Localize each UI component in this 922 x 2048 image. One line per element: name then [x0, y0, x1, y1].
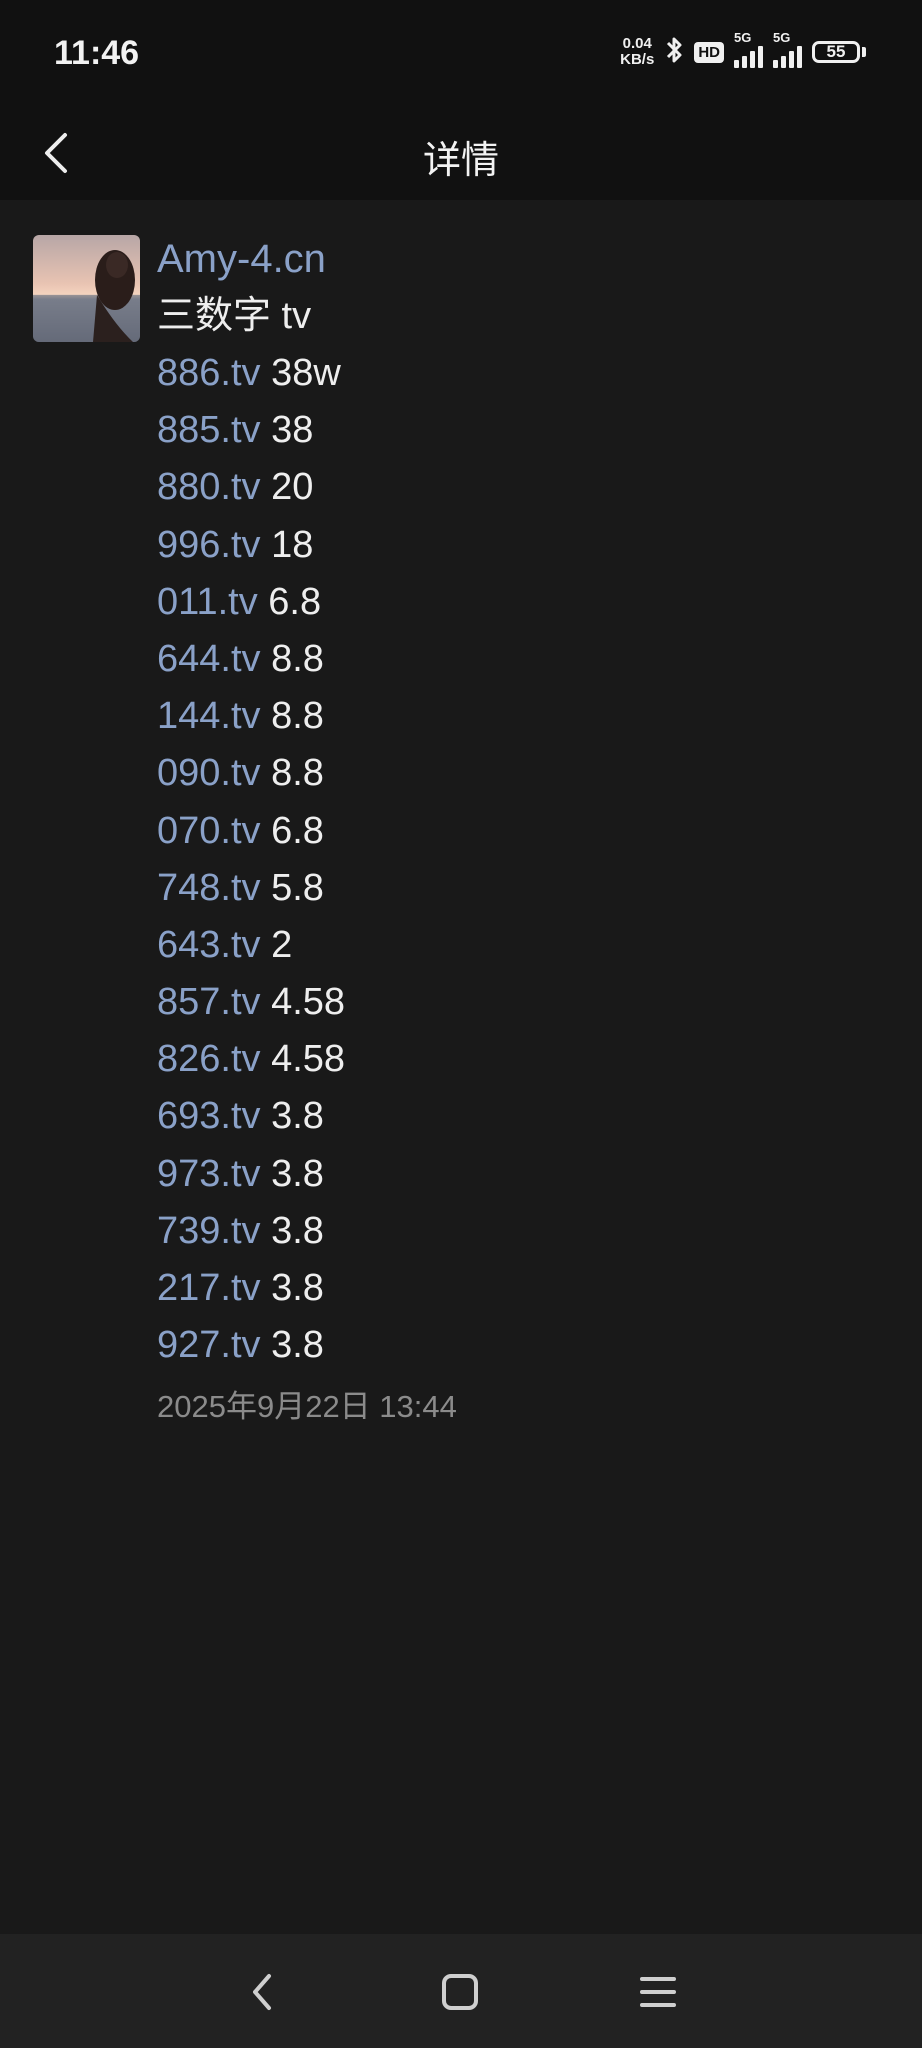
domain-link[interactable]: 748.tv — [157, 867, 261, 909]
domain-price: 38 — [271, 409, 314, 452]
list-item: 643.tv 2 — [157, 917, 877, 974]
domain-link[interactable]: 217.tv — [157, 1267, 261, 1309]
hd-voice-badge: HD — [694, 41, 724, 63]
domain-link[interactable]: 090.tv — [157, 752, 261, 794]
page-title: 详情 — [422, 140, 499, 182]
domain-price: 3.8 — [271, 1152, 324, 1195]
app-header: 详情 — [0, 105, 922, 200]
domain-link[interactable]: 070.tv — [157, 810, 261, 852]
sender-name[interactable]: Amy-4.cn — [157, 230, 877, 288]
network-type-label: 5G — [734, 30, 752, 45]
message-body: Amy-4.cn 三数字 tv 886.tv 38w 885.tv 38 880.t… — [157, 230, 877, 1432]
domain-price: 18 — [271, 523, 314, 566]
list-item: 927.tv 3.8 — [157, 1317, 877, 1374]
signal-icon-sim1: 5G — [734, 30, 763, 68]
nav-home-button[interactable] — [432, 1964, 488, 2020]
domain-link[interactable]: 643.tv — [157, 924, 261, 966]
list-item: 011.tv 6.8 — [157, 574, 877, 631]
domain-price: 4.58 — [271, 981, 346, 1024]
domain-price: 8.8 — [271, 752, 324, 795]
domain-link[interactable]: 996.tv — [157, 524, 261, 566]
message-timestamp: 2025年9月22日 13:44 — [157, 1389, 457, 1425]
status-icons: 0.04 KB/s HD 5G 5G 55 — [620, 30, 866, 74]
list-item: 693.tv 3.8 — [157, 1088, 877, 1145]
list-item: 144.tv 8.8 — [157, 688, 877, 745]
domain-price: 2 — [271, 923, 293, 966]
domain-price: 8.8 — [271, 695, 324, 738]
list-item: 973.tv 3.8 — [157, 1146, 877, 1203]
domain-link[interactable]: 973.tv — [157, 1153, 261, 1195]
list-item: 996.tv 18 — [157, 517, 877, 574]
domain-link[interactable]: 011.tv — [157, 581, 258, 623]
domain-link[interactable]: 826.tv — [157, 1038, 261, 1080]
message-subject: 三数字 tv — [157, 295, 312, 337]
domain-link[interactable]: 693.tv — [157, 1095, 261, 1137]
domain-link[interactable]: 857.tv — [157, 981, 261, 1023]
network-type-label: 5G — [773, 30, 791, 45]
avatar-image — [33, 235, 140, 342]
list-item: 090.tv 8.8 — [157, 745, 877, 802]
domain-price: 38w — [271, 352, 341, 394]
list-item: 644.tv 8.8 — [157, 631, 877, 688]
list-item: 857.tv 4.58 — [157, 974, 877, 1031]
signal-icon-sim2: 5G — [773, 30, 802, 68]
network-speed-value: 0.04 — [622, 35, 652, 52]
network-speed: 0.04 KB/s — [620, 36, 654, 68]
list-item: 748.tv 5.8 — [157, 860, 877, 917]
domain-price: 5.8 — [271, 866, 324, 909]
status-time: 11:46 — [54, 34, 140, 72]
nav-menu-button[interactable] — [630, 1964, 686, 2020]
domain-link[interactable]: 885.tv — [157, 409, 261, 451]
domain-price: 3.8 — [271, 1095, 324, 1138]
domain-price-list: 886.tv 38w 885.tv 38 880.tv 20 996.tv 18 011… — [157, 345, 877, 1374]
domain-price: 20 — [271, 466, 314, 509]
domain-price: 3.8 — [271, 1209, 324, 1252]
system-nav-bar — [0, 1934, 922, 2048]
domain-link[interactable]: 739.tv — [157, 1210, 261, 1252]
avatar[interactable] — [33, 235, 140, 342]
nav-menu-icon — [640, 1977, 676, 2007]
network-speed-unit: KB/s — [620, 51, 655, 68]
list-item: 826.tv 4.58 — [157, 1031, 877, 1088]
nav-back-icon — [253, 1974, 271, 2010]
domain-price: 8.8 — [271, 637, 324, 680]
bluetooth-icon — [664, 35, 684, 70]
domain-price: 3.8 — [271, 1324, 324, 1367]
list-item: 886.tv 38w — [157, 345, 877, 402]
domain-link[interactable]: 886.tv — [157, 352, 261, 394]
domain-link[interactable]: 880.tv — [157, 466, 261, 508]
battery-level: 55 — [812, 41, 860, 63]
list-item: 880.tv 20 — [157, 459, 877, 516]
status-bar: 11:46 0.04 KB/s HD 5G 5G 55 — [0, 0, 922, 105]
domain-price: 4.58 — [271, 1038, 346, 1081]
battery-icon: 55 — [812, 41, 866, 63]
list-item: 885.tv 38 — [157, 402, 877, 459]
domain-link[interactable]: 644.tv — [157, 638, 261, 680]
list-item: 739.tv 3.8 — [157, 1203, 877, 1260]
domain-link[interactable]: 927.tv — [157, 1324, 261, 1366]
nav-home-icon — [442, 1974, 478, 2010]
domain-price: 6.8 — [268, 580, 322, 623]
list-item: 070.tv 6.8 — [157, 803, 877, 860]
domain-price: 3.8 — [271, 1267, 324, 1309]
domain-link[interactable]: 144.tv — [157, 695, 261, 737]
domain-price: 6.8 — [271, 809, 324, 852]
list-item: 217.tv 3.8 — [157, 1260, 877, 1317]
nav-back-button[interactable] — [234, 1964, 290, 2020]
